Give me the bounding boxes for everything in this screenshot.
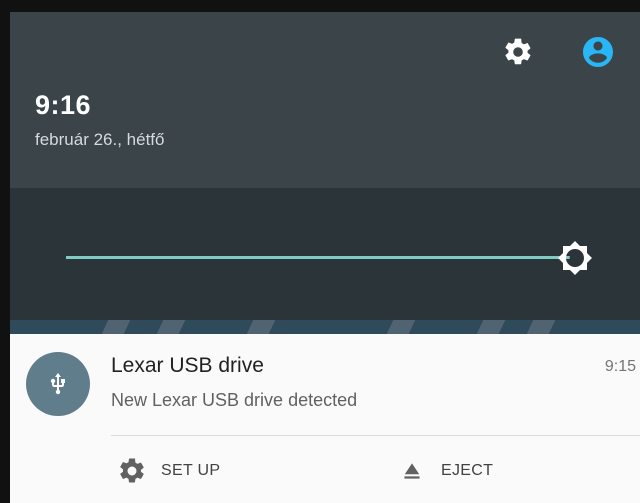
usb-notification[interactable]: Lexar USB drive 9:15 New Lexar USB drive… [10, 334, 640, 503]
notification-text: New Lexar USB drive detected [111, 390, 358, 410]
quick-settings-header: 9:16 február 26., hétfő [10, 12, 640, 188]
eject-button[interactable]: EJECT [395, 454, 493, 488]
gear-icon [115, 454, 149, 488]
eject-icon [395, 454, 429, 488]
brightness-panel [10, 188, 640, 320]
wallpaper-strip [10, 320, 640, 334]
usb-icon [26, 352, 90, 416]
divider [111, 435, 640, 436]
notification-shade: 9:16 február 26., hétfő Lexar USB drive … [10, 12, 640, 503]
device-frame: 9:16 február 26., hétfő Lexar USB drive … [0, 0, 640, 503]
account-circle-icon[interactable] [580, 34, 616, 70]
notification-title: Lexar USB drive [111, 354, 264, 377]
clock[interactable]: 9:16 [35, 90, 91, 121]
brightness-slider[interactable] [66, 256, 575, 259]
set-up-button[interactable]: SET UP [115, 454, 220, 488]
eject-label: EJECT [441, 462, 494, 479]
brightness-icon[interactable] [557, 240, 593, 276]
date-label[interactable]: február 26., hétfő [35, 130, 164, 150]
set-up-label: SET UP [161, 462, 221, 479]
gear-icon[interactable] [500, 34, 536, 70]
notification-time: 9:15 [604, 358, 636, 375]
